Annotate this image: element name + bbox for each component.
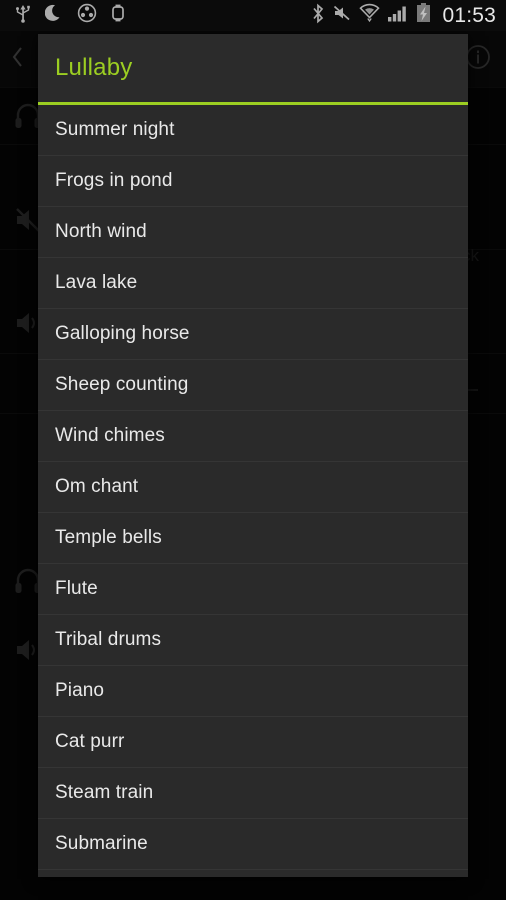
list-item[interactable]: Galloping horse bbox=[38, 309, 468, 360]
moon-icon bbox=[44, 3, 64, 28]
dialog-title: Lullaby bbox=[55, 54, 133, 81]
list-item-label: Flute bbox=[55, 578, 98, 599]
list-item-label: Submarine bbox=[55, 833, 148, 854]
list-item-label: Lava lake bbox=[55, 272, 138, 293]
wifi-icon bbox=[359, 3, 381, 28]
dialog-header: Lullaby bbox=[38, 34, 468, 102]
list-item-label: Summer night bbox=[55, 119, 175, 140]
list-item[interactable]: Steam train bbox=[38, 768, 468, 819]
signal-bars-icon bbox=[387, 3, 408, 28]
list-item[interactable]: Wind chimes bbox=[38, 411, 468, 462]
list-item-label: Galloping horse bbox=[55, 323, 190, 344]
list-item-label: Piano bbox=[55, 680, 105, 701]
list-item[interactable]: Om chant bbox=[38, 462, 468, 513]
list-item-label: Cat purr bbox=[55, 731, 125, 752]
usb-icon bbox=[14, 3, 32, 28]
bluetooth-icon bbox=[311, 3, 325, 29]
list-item[interactable]: Frogs in pond bbox=[38, 156, 468, 207]
list-item[interactable]: Submarine bbox=[38, 819, 468, 870]
list-item[interactable]: Sheep counting bbox=[38, 360, 468, 411]
list-item[interactable]: Summer night bbox=[38, 105, 468, 156]
list-item[interactable]: Temple bells bbox=[38, 513, 468, 564]
sound-list[interactable]: Summer night Frogs in pond North wind Lava … bbox=[38, 105, 468, 877]
mute-icon bbox=[332, 3, 352, 28]
list-item-label: Tribal drums bbox=[55, 629, 162, 650]
sound-selection-dialog: Lullaby Summer night Frogs in pond North w… bbox=[38, 34, 468, 877]
list-item-label: Steam train bbox=[55, 782, 154, 803]
battery-charging-icon bbox=[415, 2, 432, 29]
list-item[interactable]: Lava lake bbox=[38, 258, 468, 309]
status-bar-right-icons: 01:53 bbox=[311, 2, 506, 29]
status-bar-clock: 01:53 bbox=[442, 3, 496, 27]
list-item[interactable]: Piano bbox=[38, 666, 468, 717]
list-item[interactable]: Tribal drums bbox=[38, 615, 468, 666]
list-item-label: Sheep counting bbox=[55, 374, 189, 395]
watch-icon bbox=[110, 3, 126, 28]
status-bar: 01:53 bbox=[0, 0, 506, 31]
list-item[interactable]: North wind bbox=[38, 207, 468, 258]
list-item-label: North wind bbox=[55, 221, 147, 242]
list-item-label: Temple bells bbox=[55, 527, 162, 548]
list-item[interactable]: Cat purr bbox=[38, 717, 468, 768]
status-bar-left-icons bbox=[0, 3, 126, 28]
list-item-label: Frogs in pond bbox=[55, 170, 173, 191]
list-item-label: Wind chimes bbox=[55, 425, 165, 446]
list-item[interactable]: Flute bbox=[38, 564, 468, 615]
list-item-label: Om chant bbox=[55, 476, 139, 497]
phone-screen: ck Lullaby Summer nightFrogs in pondNort… bbox=[0, 0, 506, 900]
circle-cross-icon bbox=[77, 3, 97, 28]
